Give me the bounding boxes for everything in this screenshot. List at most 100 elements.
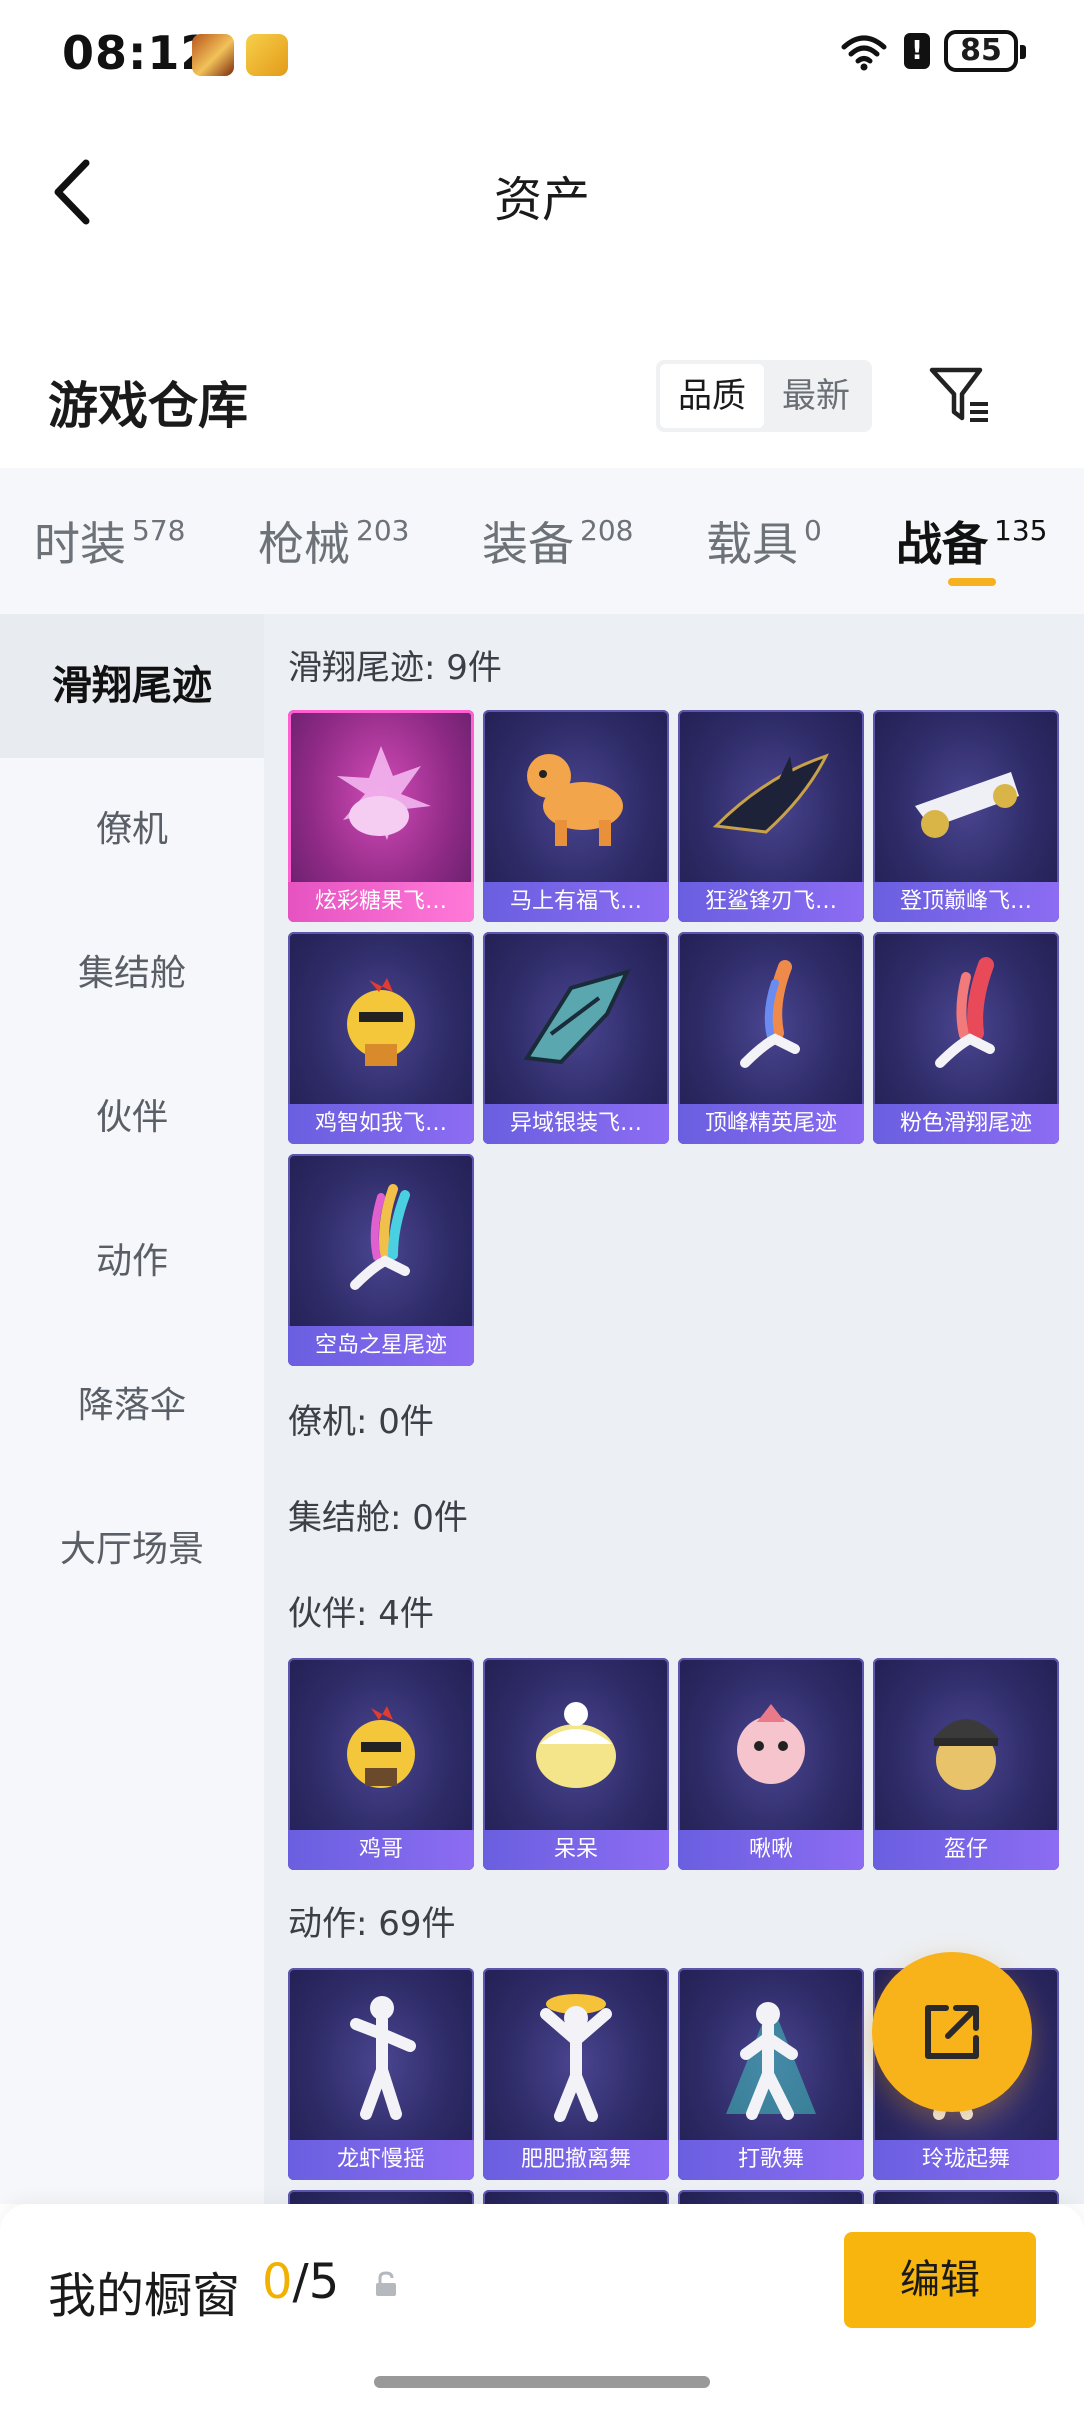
- horse-trail-image: [483, 710, 669, 882]
- item-label: 狂鲨锋刃飞…: [678, 882, 864, 922]
- item-card[interactable]: [678, 2190, 864, 2204]
- item-label: 啾啾: [678, 1830, 864, 1870]
- tab-weapons[interactable]: 枪械 203: [258, 508, 409, 574]
- feifei-dance-image: [483, 1968, 669, 2140]
- showcase-bar: 我的橱窗 0/5 编辑: [0, 2204, 1084, 2412]
- item-card[interactable]: 龙虾慢摇: [288, 1968, 474, 2180]
- item-label: 马上有福飞…: [483, 882, 669, 922]
- shark-trail-image: [678, 710, 864, 882]
- share-fab-button[interactable]: [872, 1952, 1032, 2112]
- alert-icon: !: [904, 33, 930, 69]
- item-label: 异域银装飞…: [483, 1104, 669, 1144]
- item-label: 炫彩糖果飞…: [288, 882, 474, 922]
- section-title: 游戏仓库: [48, 377, 248, 435]
- tab-battle-gear[interactable]: 战备 135: [896, 508, 1047, 574]
- sort-quality-button[interactable]: 品质: [660, 364, 764, 428]
- tab-label: 枪械: [258, 517, 350, 571]
- edit-button[interactable]: 编辑: [844, 2232, 1036, 2328]
- tab-indicator: [948, 578, 996, 586]
- item-label: 登顶巅峰飞…: [873, 882, 1059, 922]
- item-card[interactable]: 顶峰精英尾迹: [678, 932, 864, 1144]
- item-label: 顶峰精英尾迹: [678, 1104, 864, 1144]
- item-card[interactable]: [873, 2190, 1059, 2204]
- item-card[interactable]: 打歌舞: [678, 1968, 864, 2180]
- item-card[interactable]: 马上有福飞…: [483, 710, 669, 922]
- summit-trail-image: [873, 710, 1059, 882]
- item-card[interactable]: 炫彩糖果飞…: [288, 710, 474, 922]
- showcase-count: 0/5: [262, 2254, 339, 2310]
- tab-label: 装备: [482, 517, 574, 571]
- item-label: 粉色滑翔尾迹: [873, 1104, 1059, 1144]
- sort-newest-button[interactable]: 最新: [764, 364, 868, 428]
- filter-icon: [929, 367, 988, 422]
- item-card[interactable]: 鸡智如我飞…: [288, 932, 474, 1144]
- sidebar-item-wingman[interactable]: 僚机: [0, 758, 264, 902]
- showcase-label: 我的橱窗: [48, 2268, 241, 2324]
- sidebar-item-parachute[interactable]: 降落伞: [0, 1334, 264, 1478]
- tab-fashion[interactable]: 时装 578: [34, 508, 185, 574]
- elite-trail-image: [678, 932, 864, 1104]
- item-card[interactable]: [483, 2190, 669, 2204]
- item-card[interactable]: 呆呆: [483, 1658, 669, 1870]
- share-icon: [925, 2005, 979, 2059]
- item-card[interactable]: 肥肥撤离舞: [483, 1968, 669, 2180]
- item-card[interactable]: 粉色滑翔尾迹: [873, 932, 1059, 1144]
- tab-vehicles[interactable]: 载具 0: [706, 508, 822, 574]
- item-card[interactable]: 登顶巅峰飞…: [873, 710, 1059, 922]
- sidebar-item-emote[interactable]: 动作: [0, 1190, 264, 1334]
- item-card[interactable]: 狂鲨锋刃飞…: [678, 710, 864, 922]
- sort-toggle: 品质 最新: [656, 360, 872, 432]
- sidebar-item-lobby-scene[interactable]: 大厅场景: [0, 1478, 264, 1622]
- status-time: 08:12: [62, 26, 214, 80]
- tab-count: 203: [356, 514, 410, 547]
- item-card[interactable]: 鸡哥: [288, 1658, 474, 1870]
- item-card[interactable]: 异域银装飞…: [483, 932, 669, 1144]
- tab-count: 0: [804, 514, 822, 547]
- tab-equipment[interactable]: 装备 208: [482, 508, 633, 574]
- jiujiu-companion-image: [678, 1658, 864, 1830]
- item-card[interactable]: [288, 2190, 474, 2204]
- game-app-icon-2: [246, 34, 288, 76]
- daidai-companion-image: [483, 1658, 669, 1830]
- page-title: 资产: [493, 172, 590, 228]
- item-label: 打歌舞: [678, 2140, 864, 2180]
- item-label: 鸡智如我飞…: [288, 1104, 474, 1144]
- group-title-glide: 滑翔尾迹: 9件: [288, 648, 502, 688]
- tab-count: 208: [580, 514, 634, 547]
- item-card[interactable]: 啾啾: [678, 1658, 864, 1870]
- item-label: 玲珑起舞: [873, 2140, 1059, 2180]
- item-card[interactable]: 空岛之星尾迹: [288, 1154, 474, 1366]
- item-label: 肥肥撤离舞: [483, 2140, 669, 2180]
- item-card[interactable]: 盔仔: [873, 1658, 1059, 1870]
- tab-count: 135: [994, 514, 1048, 547]
- home-indicator: [374, 2376, 710, 2388]
- sidebar-item-glide-trail[interactable]: 滑翔尾迹: [0, 614, 264, 758]
- silver-trail-image: [483, 932, 669, 1104]
- battery-icon: 85: [944, 30, 1026, 72]
- item-label: 龙虾慢摇: [288, 2140, 474, 2180]
- sidebar-item-companion[interactable]: 伙伴: [0, 1046, 264, 1190]
- sidebar-item-pod[interactable]: 集结舱: [0, 902, 264, 1046]
- showcase-max: 5: [308, 2254, 340, 2310]
- candy-trail-image: [288, 710, 474, 882]
- sidebar: 滑翔尾迹 僚机 集结舱 伙伴 动作 降落伞 大厅场景: [0, 614, 264, 2204]
- pink-trail-image: [873, 932, 1059, 1104]
- group-title-wingman: 僚机: 0件: [288, 1402, 434, 1442]
- tab-label: 载具: [706, 517, 798, 571]
- kuizai-companion-image: [873, 1658, 1059, 1830]
- chicken-companion-image: [288, 1658, 474, 1830]
- game-app-icon: [192, 34, 234, 76]
- status-bar: 08:12 ! 85: [0, 0, 1084, 110]
- chicken-trail-image: [288, 932, 474, 1104]
- item-label: 空岛之星尾迹: [288, 1326, 474, 1366]
- tab-label: 战备: [896, 517, 988, 571]
- showcase-separator: /: [292, 2254, 309, 2310]
- lobster-dance-image: [288, 1968, 474, 2140]
- song-dance-image: [678, 1968, 864, 2140]
- unlock-icon: [376, 2271, 396, 2296]
- wifi-icon: [841, 35, 887, 71]
- item-label: 呆呆: [483, 1830, 669, 1870]
- item-label: 鸡哥: [288, 1830, 474, 1870]
- tab-label: 时装: [34, 517, 126, 571]
- filter-button[interactable]: [926, 362, 992, 428]
